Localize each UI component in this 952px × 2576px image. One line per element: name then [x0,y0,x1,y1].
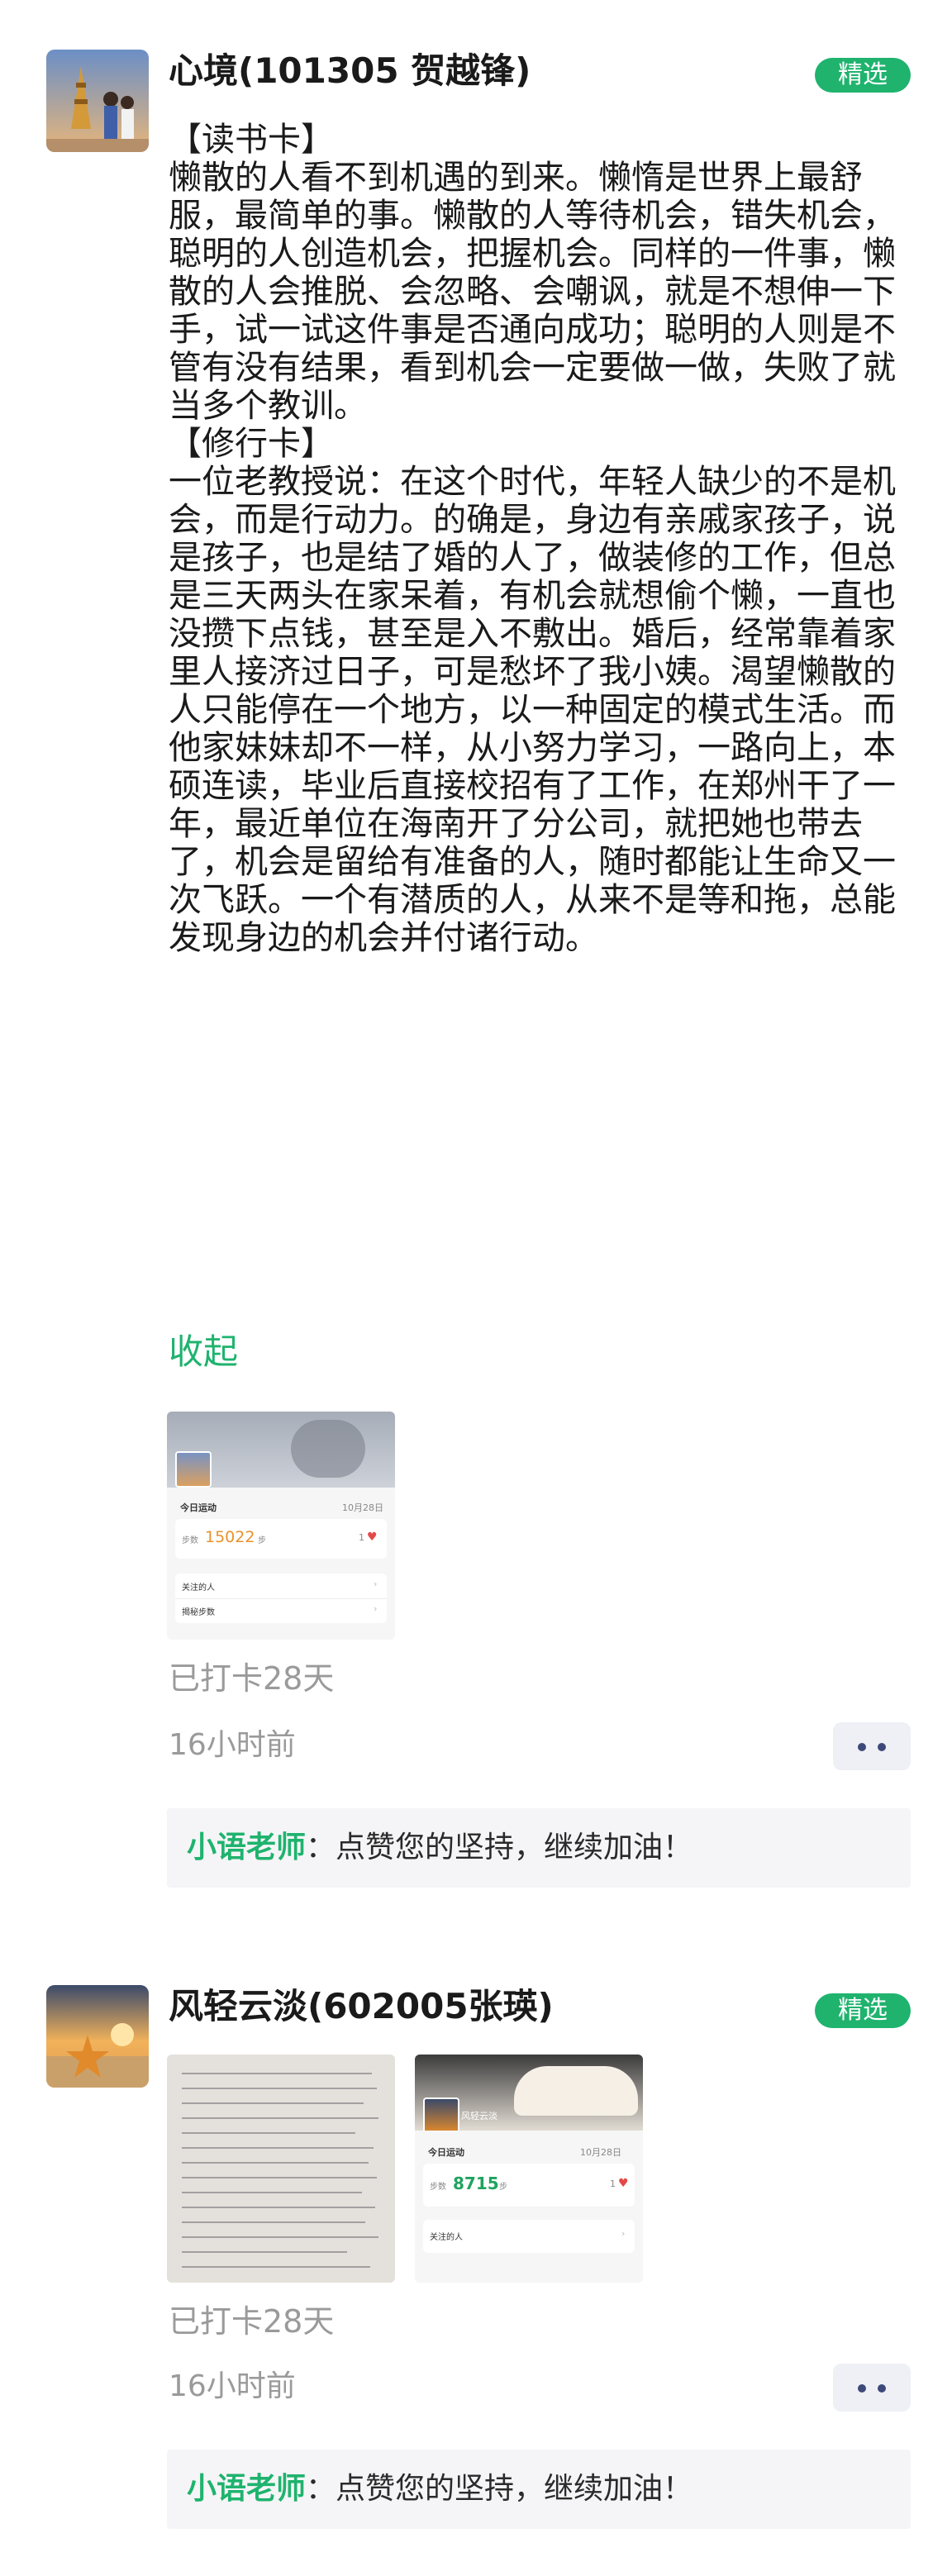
comment-author[interactable]: 小语老师 [187,2472,306,2506]
today-label: 今日运动 [180,1502,217,1513]
ink-line [182,2162,369,2164]
like-count: 1 [610,2178,616,2189]
post-content: 【读书卡】 懒散的人看不到机遇的到来。懒惰是世界上最舒服，最简单的事。懒散的人等… [169,121,912,957]
row-divider [175,1598,387,1599]
steps-box: 步数 15022 步 1 ♥ [175,1519,387,1559]
date-label: 10月28日 [342,1502,383,1513]
ink-line [182,2088,377,2089]
checkin-days: 已打卡28天 [169,2303,335,2340]
steps-value: 8715 [453,2174,499,2193]
comment-author[interactable]: 小语老师 [187,1831,306,1864]
chevron-right-icon: › [374,1578,378,1589]
read-card-heading: 【读书卡】 [169,121,334,159]
ink-line [182,2192,362,2193]
date-label: 10月28日 [580,2147,621,2158]
comment-text: ：点赞您的坚持，继续加油！ [306,2472,693,2506]
dot [878,2384,886,2393]
dot [878,1743,886,1751]
blurred-figure [291,1420,365,1478]
avatar[interactable] [46,1985,149,2088]
post-image-handwritten[interactable] [167,2055,395,2283]
heart-icon: ♥ [367,1531,378,1544]
steps-unit: 步 [499,2183,507,2192]
post-image-steps[interactable]: 风轻云淡 今日运动 10月28日 步数 8715 步 1 ♥ 关注的人 › [415,2055,643,2283]
ink-line [182,2132,355,2134]
ink-line [182,2236,378,2238]
shoe-shape [514,2066,638,2116]
user-name[interactable]: 风轻云淡(602005张瑛) [169,1983,554,2030]
featured-badge: 精选 [815,58,911,93]
ink-line [182,2117,378,2119]
ink-line [182,2147,374,2149]
dot [858,1743,866,1751]
follow-row: 关注的人 揭秘步数 › › [175,1574,387,1623]
card-avatar [175,1451,212,1488]
today-label: 今日运动 [428,2147,464,2158]
comment-text: ：点赞您的坚持，继续加油！ [306,1831,693,1864]
practice-card-heading: 【修行卡】 [169,425,334,463]
post-time: 16小时前 [169,2369,296,2403]
card-user-name: 风轻云淡 [461,2111,497,2121]
post-image[interactable]: 今日运动 10月28日 步数 15022 步 1 ♥ 关注的人 揭秘步数 › › [167,1412,395,1640]
more-icon[interactable] [833,1722,911,1770]
read-card-text: 懒散的人看不到机遇的到来。懒惰是世界上最舒服，最简单的事。懒散的人等待机会，错失… [169,159,896,425]
steps-value: 15022 [205,1528,255,1546]
chevron-right-icon: › [374,1603,378,1614]
steps-label: 步数 [430,2183,446,2192]
collapse-link[interactable]: 收起 [169,1329,238,1375]
comment[interactable]: 小语老师：点赞您的坚持，继续加油！ [167,2450,911,2529]
notebook-page [167,2055,395,2283]
heart-icon: ♥ [618,2177,629,2190]
chevron-right-icon: › [621,2228,626,2239]
steps-box: 步数 8715 步 1 ♥ [423,2164,635,2207]
steps-label: 步数 [182,1536,198,1545]
ink-line [182,2177,377,2178]
ink-line [182,2207,375,2208]
user-name[interactable]: 心境(101305 贺越锋) [169,48,531,94]
ink-line [182,2221,365,2223]
follow-label: 关注的人 [430,2233,463,2242]
ink-line [182,2266,370,2268]
card-avatar [423,2097,459,2134]
follow-label: 关注的人 [182,1583,215,1593]
like-count: 1 [359,1532,364,1543]
dot [858,2384,866,2393]
avatar[interactable] [46,50,149,152]
more-icon[interactable] [833,2364,911,2412]
checkin-days: 已打卡28天 [169,1660,335,1697]
comment[interactable]: 小语老师：点赞您的坚持，继续加油！ [167,1808,911,1888]
steps-unit: 步 [258,1536,266,1545]
ranking-label: 揭秘步数 [182,1608,215,1617]
follow-row: 关注的人 › [423,2220,635,2253]
ink-line [182,2102,364,2104]
ink-line [182,2073,372,2074]
practice-card-text: 一位老教授说：在这个时代，年轻人缺少的不是机会，而是行动力。的确是，身边有亲戚家… [169,463,896,957]
featured-badge: 精选 [815,1993,911,2028]
post-time: 16小时前 [169,1728,296,1762]
ink-line [182,2251,347,2253]
